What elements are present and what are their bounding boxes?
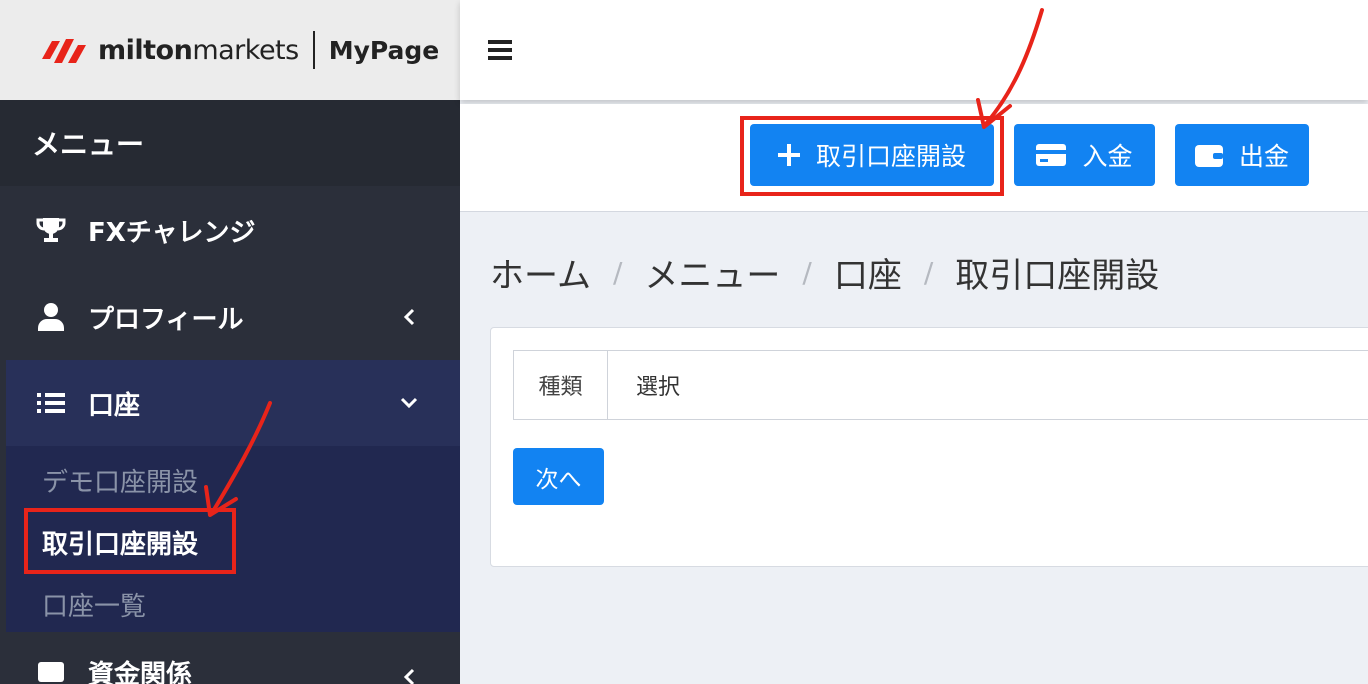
menu-title: メニュー (0, 100, 460, 186)
type-row: 種類 選択 (513, 350, 1368, 420)
chevron-left-icon (396, 664, 422, 684)
wallet-icon (34, 654, 68, 684)
sidebar-item-fx-challenge[interactable]: FXチャレンジ (0, 187, 460, 273)
sidebar: miltonmarkets MyPage メニュー FXチャレンジ プロフィール… (0, 0, 460, 684)
milton-logo-icon (42, 33, 92, 67)
action-bar: 取引口座開設 入金 出金 (460, 104, 1368, 212)
next-button[interactable]: 次へ (513, 448, 604, 505)
list-icon (34, 386, 68, 420)
breadcrumb-separator: / (923, 256, 934, 289)
withdraw-button[interactable]: 出金 (1175, 124, 1309, 186)
hamburger-menu-icon[interactable] (488, 40, 512, 60)
chevron-down-icon (396, 390, 422, 416)
highlight-box (24, 508, 236, 574)
sidebar-item-profile[interactable]: プロフィール (0, 274, 460, 360)
top-bar (460, 0, 1368, 100)
sidebar-item-funds[interactable]: 資金関係 (0, 632, 460, 684)
chevron-left-icon (396, 304, 422, 330)
account-submenu: デモ口座開設 取引口座開設 口座一覧 (6, 446, 460, 632)
credit-card-icon (1036, 144, 1067, 166)
brand-divider (312, 31, 315, 69)
sidebar-item-label: FXチャレンジ (88, 217, 256, 248)
withdraw-label: 出金 (1238, 142, 1289, 171)
account-form-card: 種類 選択 次へ (490, 327, 1368, 567)
deposit-label: 入金 (1082, 142, 1133, 171)
breadcrumb-home[interactable]: ホーム (490, 248, 591, 297)
sidebar-item-label: 資金関係 (88, 660, 193, 684)
breadcrumb-account[interactable]: 口座 (834, 248, 902, 297)
breadcrumb: ホーム / メニュー / 口座 / 取引口座開設 (490, 248, 1159, 297)
breadcrumb-separator: / (612, 256, 623, 289)
brand-name: miltonmarkets (98, 34, 299, 66)
breadcrumb-separator: / (802, 256, 812, 289)
brand-header[interactable]: miltonmarkets MyPage (0, 0, 460, 100)
trophy-icon (34, 213, 68, 247)
type-label: 種類 (514, 351, 608, 419)
breadcrumb-menu[interactable]: メニュー (644, 248, 780, 297)
brand-section: MyPage (328, 35, 440, 65)
type-select[interactable]: 選択 (608, 351, 1368, 419)
user-icon (34, 300, 68, 334)
sidebar-item-account[interactable]: 口座 (6, 360, 460, 446)
submenu-demo-account[interactable]: デモ口座開設 (42, 462, 198, 499)
wallet-icon (1194, 143, 1223, 167)
submenu-account-list[interactable]: 口座一覧 (42, 586, 146, 623)
highlight-box (740, 116, 1004, 196)
breadcrumb-current: 取引口座開設 (955, 256, 1160, 296)
sidebar-item-label: 口座 (88, 390, 141, 421)
deposit-button[interactable]: 入金 (1014, 124, 1155, 186)
sidebar-item-label: プロフィール (88, 304, 244, 335)
